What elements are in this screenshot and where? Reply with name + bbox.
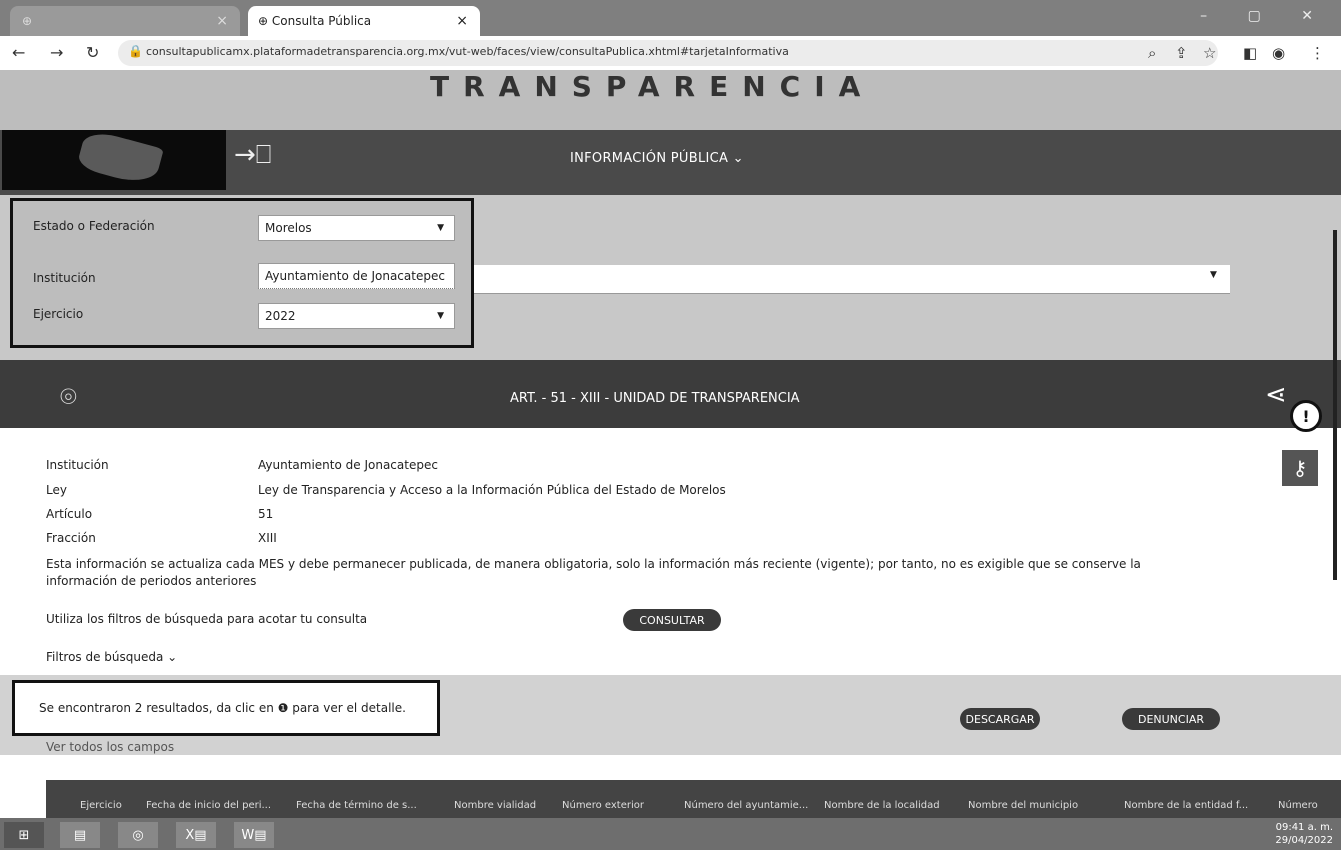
profile-icon[interactable]: ◉ <box>1272 44 1285 62</box>
results-table-header: Ejercicio Fecha de inicio del peri... Fe… <box>46 780 1341 820</box>
column-header[interactable]: Nombre vialidad <box>454 800 536 811</box>
word-icon[interactable]: W▤ <box>234 822 274 848</box>
url-field[interactable]: 🔒 consultapublicamx.plataformadetranspar… <box>118 40 1218 66</box>
tab-close-icon[interactable]: × <box>456 13 468 29</box>
forward-arrow-icon[interactable]: → <box>50 43 63 62</box>
institution-select[interactable]: Ayuntamiento de Jonacatepec <box>258 263 455 289</box>
tab-favicon-icon: ⊕ <box>22 14 36 28</box>
chevron-down-icon: ▼ <box>437 311 444 321</box>
chevron-down-icon[interactable]: ▼ <box>1210 270 1217 280</box>
year-select[interactable]: 2022 ▼ <box>258 303 455 329</box>
column-header[interactable]: Fecha de término de s... <box>296 800 417 811</box>
window-controls[interactable]: – ▢ ✕ <box>1200 8 1331 24</box>
share-page-icon[interactable]: ⇪ <box>1175 44 1188 62</box>
search-hint: Utiliza los filtros de búsqueda para aco… <box>46 612 368 626</box>
column-header[interactable]: Número <box>1278 800 1318 811</box>
denunciar-button[interactable]: DENUNCIAR <box>1122 708 1220 730</box>
state-label: Estado o Federación <box>33 219 155 233</box>
site-logo: TRANSPARENCIA <box>430 70 875 103</box>
address-bar: ← → ↻ 🔒 consultapublicamx.plataformadetr… <box>0 36 1341 71</box>
system-clock[interactable]: 09:41 a. m. 29/04/2022 <box>1275 821 1333 847</box>
article-title: ART. - 51 - XIII - UNIDAD DE TRANSPARENC… <box>510 391 800 406</box>
chrome-icon[interactable]: ◎ <box>118 822 158 848</box>
results-message-box: Se encontraron 2 resultados, da clic en … <box>12 680 440 736</box>
descargar-button[interactable]: DESCARGAR <box>960 708 1040 730</box>
filter-box: Estado o Federación Morelos ▼ Institució… <box>10 198 474 348</box>
zoom-icon[interactable]: ⌕ <box>1148 44 1156 62</box>
detail-value-articulo: 51 <box>258 507 274 521</box>
logout-icon[interactable]: →⎕ <box>234 140 271 171</box>
tab-close-icon[interactable]: × <box>216 13 228 29</box>
windows-taskbar: ⊞ ▤ ◎ X▤ W▤ 09:41 a. m. 29/04/2022 <box>0 818 1341 850</box>
page-scrollbar[interactable] <box>1333 230 1337 580</box>
column-header[interactable]: Nombre de la localidad <box>824 800 940 811</box>
share-icon[interactable]: ⋖ <box>1265 380 1287 410</box>
detail-value-fraccion: XIII <box>258 531 277 545</box>
detail-label-institucion: Institución <box>46 458 109 472</box>
year-value: 2022 <box>265 309 296 323</box>
state-select[interactable]: Morelos ▼ <box>258 215 455 241</box>
chevron-down-icon: ▼ <box>437 223 444 233</box>
institution-label: Institución <box>33 271 96 285</box>
lock-icon: 🔒 <box>128 44 143 58</box>
reload-icon[interactable]: ↻ <box>86 43 99 62</box>
column-header[interactable]: Ejercicio <box>80 800 122 811</box>
location-pin-icon[interactable]: ⌾ <box>60 380 77 414</box>
file-explorer-icon[interactable]: ▤ <box>60 822 100 848</box>
column-header[interactable]: Número del ayuntamie... <box>684 800 808 811</box>
browser-tab-inactive[interactable]: ⊕ × <box>10 6 240 36</box>
back-arrow-icon[interactable]: ← <box>12 43 25 62</box>
key-icon[interactable]: ⚷ <box>1282 450 1318 486</box>
windows-start-icon[interactable]: ⊞ <box>4 822 44 848</box>
column-header[interactable]: Número exterior <box>562 800 644 811</box>
update-note: Esta información se actualiza cada MES y… <box>46 557 1141 588</box>
detail-value-institucion: Ayuntamiento de Jonacatepec <box>258 458 438 472</box>
year-label: Ejercicio <box>33 307 84 321</box>
column-header[interactable]: Nombre del municipio <box>968 800 1078 811</box>
page-header: TRANSPARENCIA <box>0 70 1341 130</box>
menu-icon[interactable]: ⋮ <box>1310 44 1325 62</box>
detail-label-ley: Ley <box>46 483 67 497</box>
bookmark-star-icon[interactable]: ☆ <box>1203 44 1216 62</box>
tab-favicon-icon: ⊕ <box>258 14 272 28</box>
url-text: consultapublicamx.plataformadetransparen… <box>146 45 789 58</box>
clock-date: 29/04/2022 <box>1275 835 1333 846</box>
column-header[interactable]: Fecha de inicio del peri... <box>146 800 271 811</box>
detail-label-fraccion: Fracción <box>46 531 96 545</box>
search-filters-toggle[interactable]: Filtros de búsqueda ⌄ <box>46 650 177 664</box>
tab-label: Consulta Pública <box>271 14 372 28</box>
column-header[interactable]: Nombre de la entidad f... <box>1124 800 1248 811</box>
informacion-publica-menu[interactable]: INFORMACIÓN PÚBLICA ⌄ <box>570 151 744 166</box>
detail-value-ley: Ley de Transparencia y Acceso a la Infor… <box>258 483 726 497</box>
state-value: Morelos <box>265 221 312 235</box>
results-message: Se encontraron 2 resultados, da clic en … <box>39 701 406 715</box>
see-all-fields-link[interactable]: Ver todos los campos <box>46 740 174 754</box>
institution-value: Ayuntamiento de Jonacatepec <box>265 269 445 283</box>
detail-label-articulo: Artículo <box>46 507 93 521</box>
alert-icon[interactable]: ! <box>1290 400 1322 432</box>
consultar-button[interactable]: CONSULTAR <box>623 609 721 631</box>
sidebar-icon[interactable]: ◧ <box>1243 44 1257 62</box>
excel-icon[interactable]: X▤ <box>176 822 216 848</box>
clock-time: 09:41 a. m. <box>1275 822 1333 833</box>
institution-select-wide[interactable] <box>470 265 1230 294</box>
browser-tab-active[interactable]: ⊕ Consulta Pública × <box>248 6 480 36</box>
